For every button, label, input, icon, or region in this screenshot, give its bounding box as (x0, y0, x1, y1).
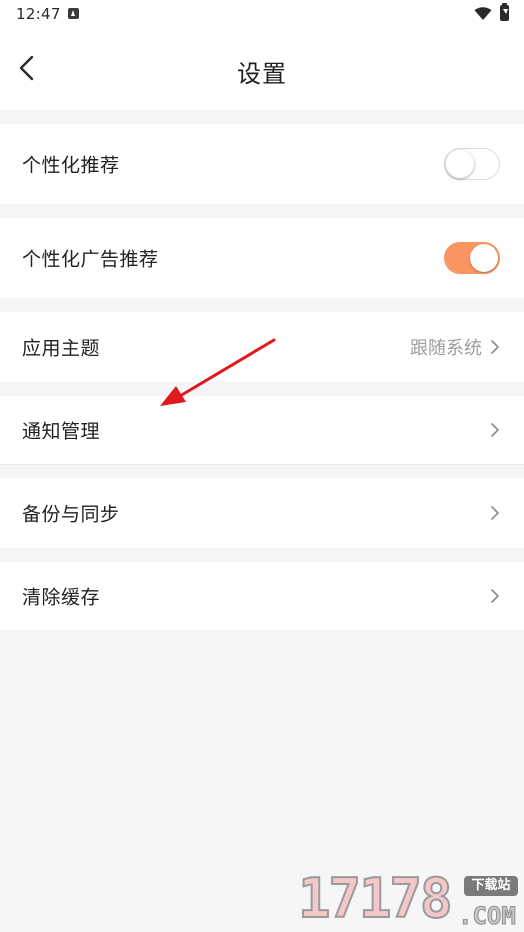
row-label: 个性化广告推荐 (22, 248, 159, 271)
watermark-number: 17178 (297, 867, 454, 930)
row-label: 清除缓存 (22, 586, 101, 609)
status-time: 12:47 (16, 5, 61, 23)
row-value: 跟随系统 (410, 338, 482, 359)
watermark-badge: 下载站 (464, 876, 518, 896)
a-notification-icon (68, 8, 79, 19)
watermark-domain: .COM (458, 902, 517, 931)
row-label: 备份与同步 (22, 503, 120, 526)
app-header: 设置 (0, 28, 524, 110)
divider (0, 464, 524, 465)
personalized-recommendation-toggle[interactable] (444, 148, 500, 180)
settings-screen: 12:47 设置 个性化推荐 个性化广告推荐 应用主题 跟随系统 通知管理 备份… (0, 0, 524, 932)
row-label: 通知管理 (22, 420, 101, 443)
row-notification-management[interactable]: 通知管理 (0, 396, 524, 464)
chevron-right-icon (490, 505, 500, 521)
row-backup-sync[interactable]: 备份与同步 (0, 478, 524, 548)
page-title: 设置 (237, 60, 287, 88)
toggle-knob (470, 244, 498, 272)
chevron-right-icon (490, 588, 500, 604)
row-label: 个性化推荐 (22, 154, 120, 177)
personalized-ads-toggle[interactable] (444, 242, 500, 274)
chevron-right-icon (490, 339, 500, 355)
toggle-knob (446, 150, 474, 178)
chevron-right-icon (490, 422, 500, 438)
row-personalized-ads[interactable]: 个性化广告推荐 (0, 218, 524, 298)
row-personalized-recommendation[interactable]: 个性化推荐 (0, 124, 524, 204)
row-app-theme[interactable]: 应用主题 跟随系统 (0, 312, 524, 382)
status-bar: 12:47 (0, 0, 524, 28)
row-label: 应用主题 (22, 337, 101, 360)
row-clear-cache[interactable]: 清除缓存 (0, 562, 524, 630)
wifi-icon (474, 6, 492, 20)
watermark-logo: 17178 下载站 .COM (297, 867, 520, 931)
battery-charging-icon (500, 3, 509, 21)
